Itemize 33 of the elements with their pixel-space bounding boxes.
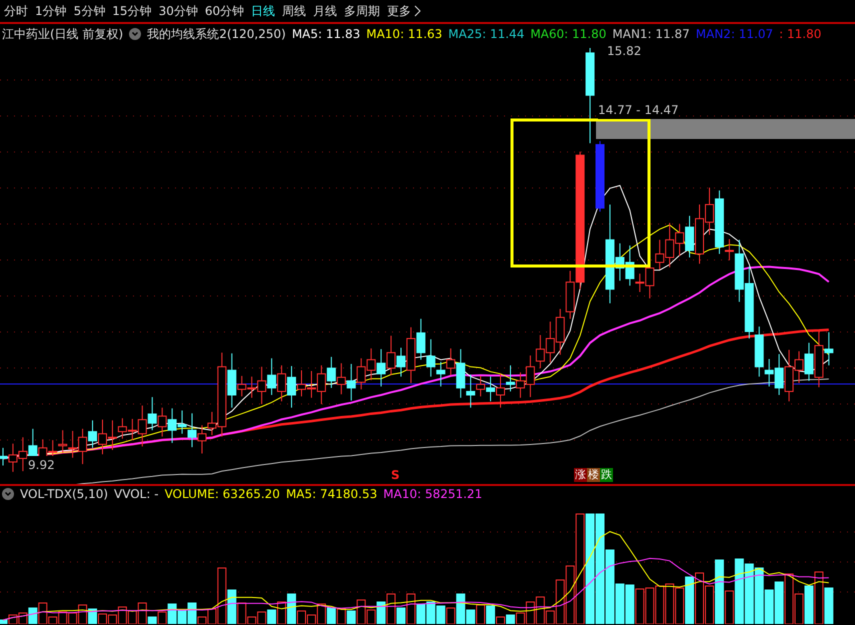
indicator-value: MA60: 11.80 [530,26,606,43]
volume-indicator-name: VOL-TDX(5,10) [20,486,108,503]
indicator-value: MA5: 11.83 [292,26,360,43]
chevron-right-icon[interactable] [414,5,422,17]
period-tab[interactable]: 更多 [387,2,412,20]
volume-value: VOLUME: 63265.20 [164,486,280,503]
indicator-value: MAN2: 11.07 [696,26,774,43]
badge-char: 跌 [600,468,613,482]
stock-title: 江中药业(日线 前复权) [2,26,124,43]
indicator-value: MA25: 11.44 [448,26,524,43]
period-tab[interactable]: 多周期 [344,2,380,20]
badge-char: 楼 [587,468,600,482]
period-tab[interactable]: 日线 [251,2,276,20]
volume-value: MA10: 58251.21 [383,486,482,503]
volume-value: MA5: 74180.53 [286,486,378,503]
period-tab[interactable]: 15分钟 [112,2,152,20]
period-tab[interactable]: 分时 [4,2,28,20]
dropdown-icon[interactable] [2,488,14,500]
period-tab[interactable]: 月线 [313,2,338,20]
period-tab[interactable]: 30分钟 [158,2,198,20]
indicator-value: MA10: 11.63 [366,26,442,43]
period-tab[interactable]: 周线 [282,2,306,20]
period-tab[interactable]: 1分钟 [35,2,67,20]
period-tab[interactable]: 5分钟 [74,2,106,20]
dropdown-icon[interactable] [129,28,142,40]
badge-char: 涨 [574,468,587,482]
signal-mark: S [391,467,400,484]
period-tab[interactable]: 60分钟 [204,2,244,20]
indicator-value: : 11.80 [779,26,822,43]
low-price-label: 9.92 [27,456,56,474]
indicator-value: MAN1: 11.87 [612,26,690,43]
indicator-name: 我的均线系统2(120,250) [147,26,286,43]
volume-value: VVOL: - [114,486,159,503]
